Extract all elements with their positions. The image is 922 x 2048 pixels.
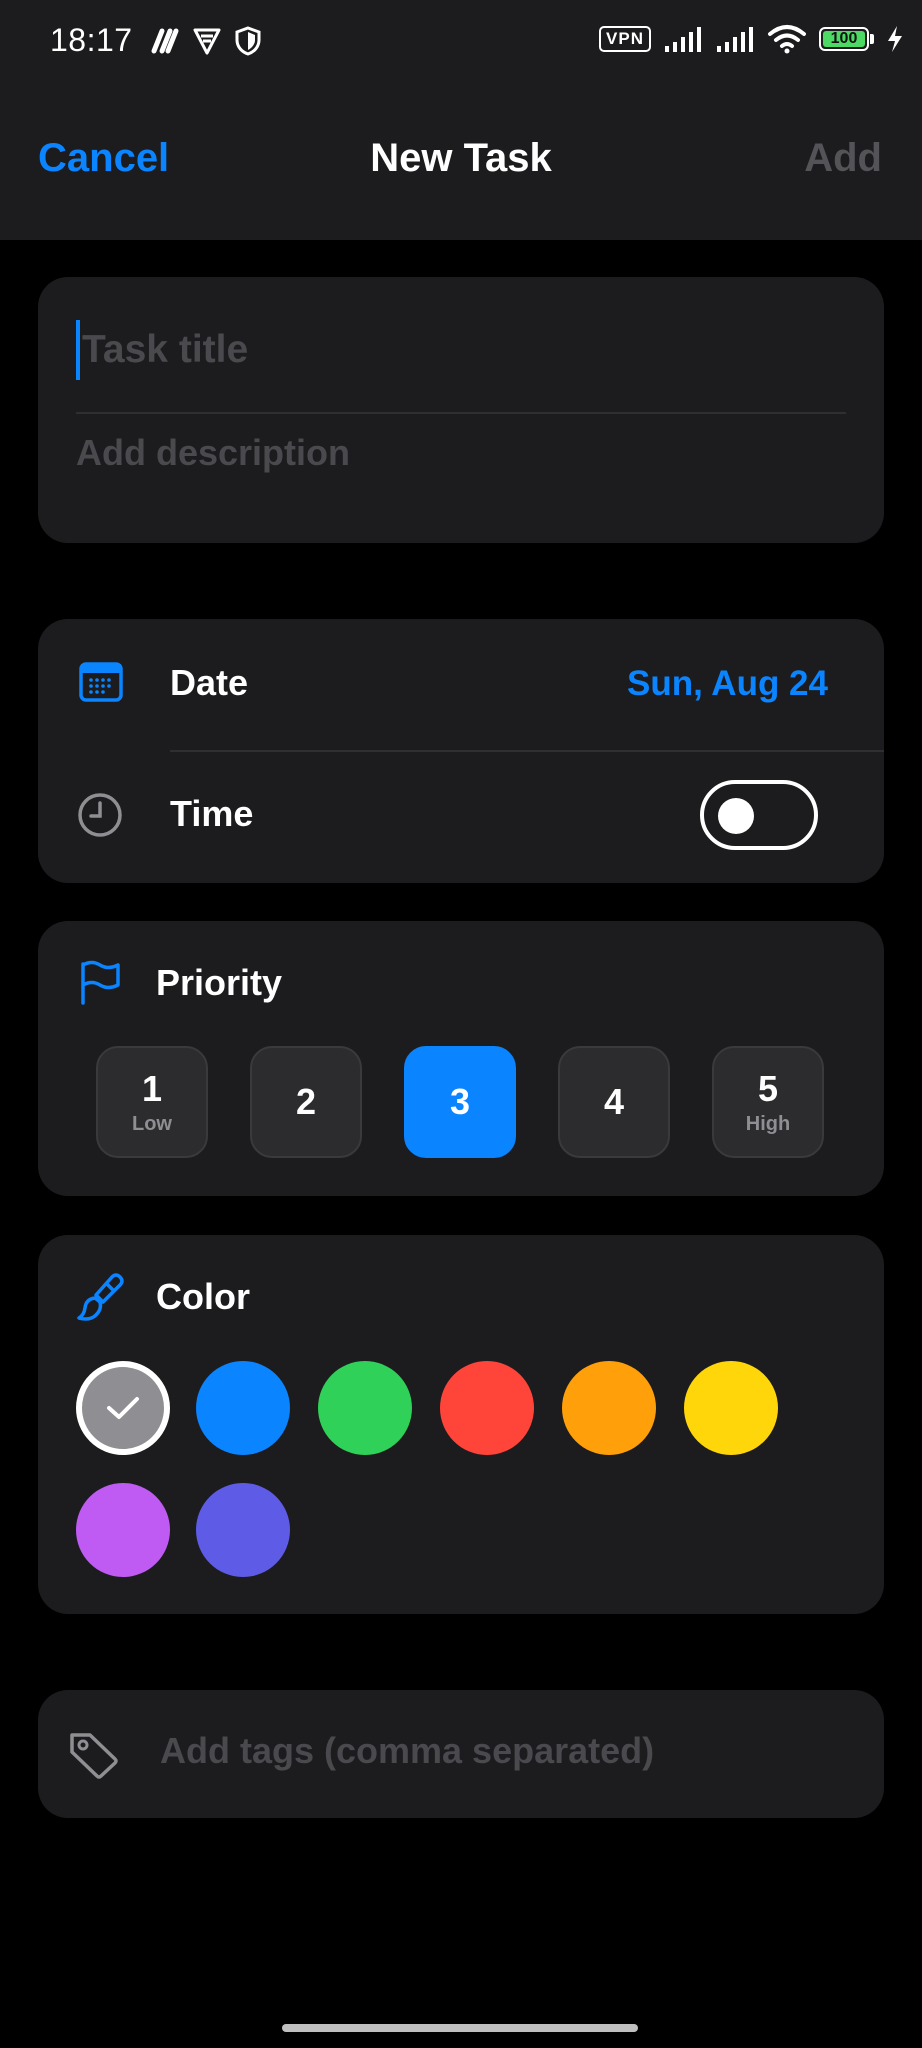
color-swatch-purple[interactable] (76, 1483, 170, 1577)
color-swatch-indigo[interactable] (196, 1483, 290, 1577)
color-swatch-red[interactable] (440, 1361, 534, 1455)
priority-option-1[interactable]: 1 Low (96, 1046, 208, 1158)
status-left-icons (150, 26, 262, 56)
description-input[interactable]: Add description (76, 432, 350, 474)
priority-option-3[interactable]: 3 (404, 1046, 516, 1158)
date-time-card: Date Sun, Aug 24 Time (38, 619, 884, 883)
priority-option-4[interactable]: 4 (558, 1046, 670, 1158)
checkmark-icon (107, 1397, 139, 1419)
color-swatch-orange[interactable] (562, 1361, 656, 1455)
task-details-card: Task title Add description (38, 277, 884, 543)
priority-option-2[interactable]: 2 (250, 1046, 362, 1158)
priority-caption: High (745, 1112, 791, 1135)
toggle-knob (718, 798, 754, 834)
priority-number: 3 (449, 1081, 471, 1122)
task-title-input[interactable]: Task title (76, 315, 846, 385)
add-button[interactable]: Add (804, 136, 882, 181)
color-swatch-yellow[interactable] (684, 1361, 778, 1455)
color-swatch-green[interactable] (318, 1361, 412, 1455)
shield-icon (235, 26, 261, 56)
color-label: Color (156, 1276, 250, 1317)
priority-number: 1 (141, 1067, 163, 1109)
battery-icon: 100 (819, 27, 874, 51)
wifi-icon (768, 25, 806, 54)
battery-level: 100 (823, 30, 865, 47)
divider (170, 750, 884, 752)
time-label: Time (170, 793, 254, 834)
charging-icon (888, 26, 902, 52)
signal-icon (665, 27, 701, 52)
status-right-icons: VPN 100 (599, 24, 904, 54)
priority-option-5[interactable]: 5 High (712, 1046, 824, 1158)
date-label: Date (170, 662, 249, 703)
priority-number: 5 (757, 1067, 779, 1109)
vpn-badge: VPN (599, 26, 651, 52)
tags-card[interactable]: Add tags (comma separated) (38, 1690, 884, 1818)
priority-card: Priority 1 Low 2 3 4 5 High (38, 921, 884, 1196)
calendar-icon (79, 662, 123, 702)
app-notification-icon (151, 28, 179, 54)
home-indicator[interactable] (282, 2024, 638, 2032)
priority-number: 2 (295, 1081, 317, 1122)
page-title: New Task (370, 136, 552, 180)
time-toggle[interactable] (700, 780, 818, 850)
status-time: 18:17 (50, 22, 133, 58)
clock-icon (78, 793, 122, 837)
nav-bar: Cancel New Task Add (0, 84, 922, 240)
flag-icon (81, 960, 120, 1005)
task-title-placeholder: Task title (82, 328, 249, 371)
color-swatch-gray[interactable] (76, 1361, 170, 1455)
divider (76, 412, 846, 414)
priority-label: Priority (156, 962, 283, 1003)
tag-icon (70, 1733, 118, 1779)
signal-icon-2 (717, 27, 753, 52)
color-swatch-blue[interactable] (196, 1361, 290, 1455)
status-bar: 18:17 VPN 100 (0, 0, 922, 84)
date-value[interactable]: Sun, Aug 24 (627, 664, 828, 704)
text-caret (76, 320, 80, 380)
priority-caption: Low (132, 1112, 172, 1135)
vpn-shield-app-icon (193, 28, 221, 55)
tags-input[interactable]: Add tags (comma separated) (160, 1730, 654, 1772)
priority-number: 4 (603, 1081, 625, 1122)
color-card: Color (38, 1235, 884, 1614)
paintbrush-icon (77, 1273, 124, 1321)
